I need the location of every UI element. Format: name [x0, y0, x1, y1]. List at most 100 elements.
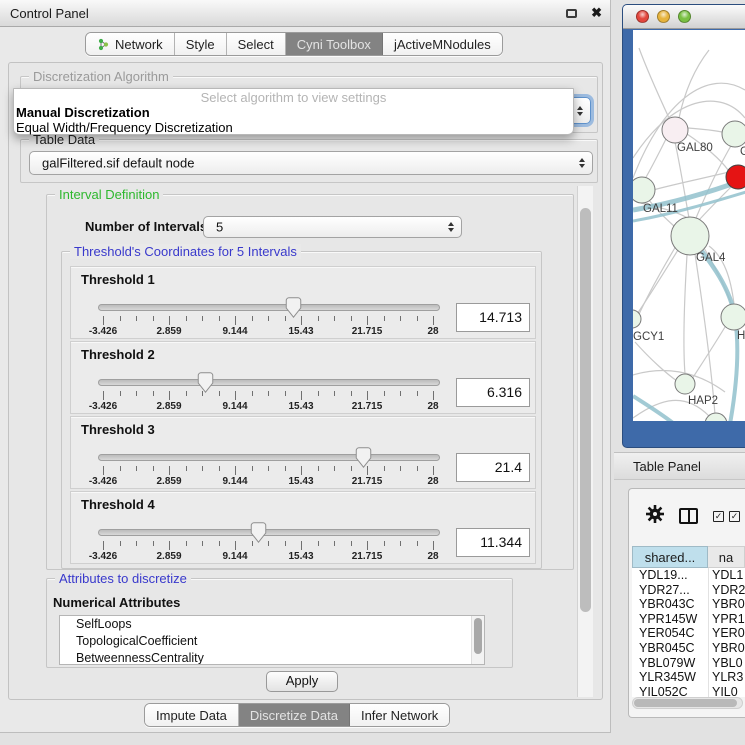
tab-infer-network[interactable]: Infer Network: [350, 704, 449, 726]
slider-thumb[interactable]: [250, 522, 267, 543]
table-horizontal-scrollbar[interactable]: [632, 697, 743, 709]
slider-tick: [252, 466, 253, 471]
gear-icon[interactable]: [645, 504, 665, 529]
attribute-list-item[interactable]: TopologicalCoefficient: [60, 633, 484, 650]
slider-tick-label: -3.426: [89, 551, 117, 562]
table-row[interactable]: YIL052CYIL0: [632, 685, 745, 697]
table-cell: YER054C: [632, 626, 708, 641]
network-edge[interactable]: [633, 396, 673, 421]
tab-cyni-toolbox[interactable]: Cyni Toolbox: [286, 33, 383, 55]
scrollbar-thumb[interactable]: [634, 699, 737, 707]
control-panel-titlebar[interactable]: Control Panel ✖: [0, 0, 610, 27]
table-row[interactable]: YBR043CYBR0: [632, 597, 745, 612]
dropdown-option[interactable]: Equal Width/Frequency Discretization: [14, 120, 573, 135]
scrollbar-thumb[interactable]: [474, 618, 482, 654]
attribute-list-item[interactable]: SelfLoops: [60, 616, 484, 633]
slider-track[interactable]: [98, 379, 440, 386]
threshold-value-field[interactable]: 6.316: [456, 378, 530, 407]
table-row[interactable]: YDL19...YDL1: [632, 568, 745, 583]
slider-track[interactable]: [98, 454, 440, 461]
unselect-columns-icon[interactable]: ✓: [729, 511, 740, 522]
slider-tick-label: 28: [427, 326, 438, 337]
threshold-value-field[interactable]: 14.713: [456, 303, 530, 332]
network-edge[interactable]: [684, 255, 687, 374]
network-edge[interactable]: [692, 327, 725, 379]
zoom-traffic-light[interactable]: [678, 10, 691, 23]
float-window-icon[interactable]: [566, 9, 577, 18]
minimize-traffic-light[interactable]: [657, 10, 670, 23]
select-all-columns-icon[interactable]: ✓: [713, 511, 724, 522]
scrollbar-thumb[interactable]: [580, 208, 591, 612]
network-node[interactable]: [721, 304, 745, 330]
network-node[interactable]: [726, 165, 745, 189]
slider-tick-label: 21.715: [352, 476, 383, 487]
stepper-arrows-icon: [579, 158, 585, 168]
attribute-list-item[interactable]: BetweennessCentrality: [60, 650, 484, 665]
slider-tick-label: -3.426: [89, 476, 117, 487]
tab-discretize-data[interactable]: Discretize Data: [239, 704, 350, 726]
slider-thumb[interactable]: [197, 372, 214, 393]
network-edge[interactable]: [639, 48, 669, 118]
apply-button[interactable]: Apply: [266, 671, 338, 692]
tab-label: Cyni Toolbox: [297, 37, 371, 52]
network-node[interactable]: [722, 121, 745, 147]
network-edge[interactable]: [688, 128, 722, 132]
slider-track[interactable]: [98, 529, 440, 536]
slider-tick: [120, 316, 121, 321]
column-header[interactable]: shared...: [632, 546, 708, 568]
tab-jactivemnodules[interactable]: jActiveMNodules: [383, 33, 502, 55]
panel-scrollbar[interactable]: [577, 186, 593, 697]
table-row[interactable]: YBR045CYBR0: [632, 641, 745, 656]
network-node[interactable]: [662, 117, 688, 143]
close-icon[interactable]: ✖: [591, 5, 602, 21]
table-row[interactable]: YER054CYER0: [632, 626, 745, 641]
slider-track[interactable]: [98, 304, 440, 311]
dropdown-option[interactable]: Manual Discretization: [14, 105, 573, 120]
slider-tick: [301, 391, 302, 400]
threshold-value-field[interactable]: 11.344: [456, 528, 530, 557]
table-row[interactable]: YPR145WYPR1: [632, 612, 745, 627]
slider-thumb[interactable]: [355, 447, 372, 468]
table-row[interactable]: YBL079WYBL0: [632, 656, 745, 671]
slider-tick-label: 2.859: [156, 326, 181, 337]
slider-tick: [417, 541, 418, 546]
combobox-value: 5: [216, 220, 223, 235]
tab-network[interactable]: Network: [86, 33, 175, 55]
slider-thumb[interactable]: [285, 297, 302, 318]
slider-tick: [136, 391, 137, 396]
network-canvas[interactable]: GAL80GAGAL11GAL4GCY1HHAP2: [633, 30, 745, 421]
slider-tick: [120, 541, 121, 546]
table-cell: YLR345W: [632, 670, 708, 685]
list-scrollbar[interactable]: [471, 616, 484, 664]
split-columns-icon[interactable]: [679, 508, 698, 524]
numerical-attributes-list[interactable]: SelfLoopsTopologicalCoefficientBetweenne…: [59, 615, 485, 665]
table-panel-titlebar[interactable]: Table Panel: [614, 452, 745, 480]
network-edge[interactable]: [635, 342, 677, 381]
network-edge[interactable]: [695, 254, 715, 415]
network-node[interactable]: [671, 217, 709, 255]
table-data-combobox[interactable]: galFiltered.sif default node: [29, 151, 593, 175]
slider-tick: [268, 316, 269, 321]
column-header[interactable]: na: [708, 546, 745, 568]
node-label: GAL80: [677, 142, 713, 154]
group-title: Discretization Algorithm: [29, 69, 173, 84]
slider-tick: [136, 316, 137, 321]
table-row[interactable]: YLR345WYLR3: [632, 670, 745, 685]
network-window-titlebar[interactable]: [623, 5, 745, 29]
network-node[interactable]: [675, 374, 695, 394]
tab-style[interactable]: Style: [175, 33, 227, 55]
tab-select[interactable]: Select: [227, 33, 286, 55]
slider-tick-label: 15.43: [288, 401, 313, 412]
network-icon: [97, 38, 110, 51]
tab-impute-data[interactable]: Impute Data: [145, 704, 239, 726]
number-of-intervals-combobox[interactable]: 5: [203, 216, 462, 238]
threshold-label: Threshold 4: [81, 497, 155, 512]
network-node[interactable]: [633, 177, 655, 203]
close-traffic-light[interactable]: [636, 10, 649, 23]
threshold-row: Threshold 4-3.4262.8599.14415.4321.71528…: [70, 491, 536, 564]
table-row[interactable]: YDR27...YDR2: [632, 583, 745, 598]
slider-tick: [202, 541, 203, 546]
slider-tick-label: 21.715: [352, 401, 383, 412]
threshold-value-field[interactable]: 21.4: [456, 453, 530, 482]
network-node[interactable]: [705, 413, 727, 421]
